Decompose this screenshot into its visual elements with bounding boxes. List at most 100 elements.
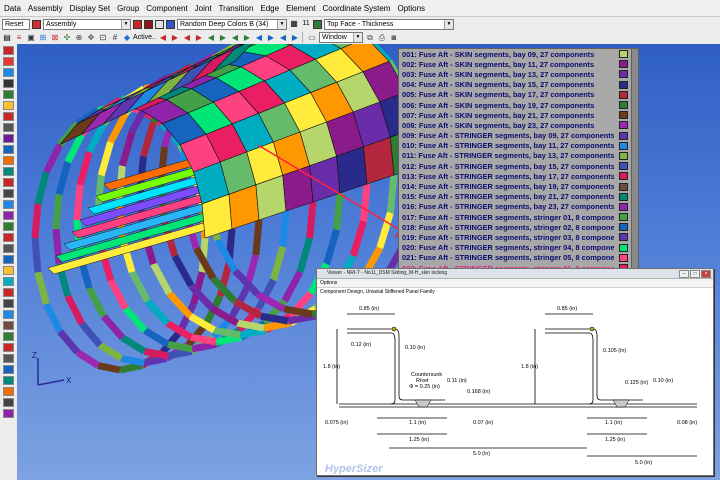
legend-item[interactable]: 002: Fuse Aft - SKIN segments, bay 11, 2… bbox=[399, 59, 632, 69]
menu-group[interactable]: Group bbox=[117, 4, 139, 13]
legend-item[interactable]: 003: Fuse Aft - SKIN segments, bay 13, 2… bbox=[399, 69, 632, 79]
menu-coordinate-system[interactable]: Coordinate System bbox=[322, 4, 390, 13]
legend-item[interactable]: 019: Fuse Aft - STRINGER segments, strin… bbox=[399, 232, 632, 242]
tool-icon[interactable] bbox=[3, 277, 14, 286]
menu-element[interactable]: Element bbox=[286, 4, 315, 13]
tool-icon[interactable] bbox=[3, 57, 14, 66]
tool-icon[interactable] bbox=[3, 200, 14, 209]
zoom-icon[interactable]: ⊕ bbox=[74, 33, 84, 43]
arrow-left-icon[interactable]: ◀ bbox=[278, 33, 288, 43]
menu-options[interactable]: Options bbox=[320, 280, 337, 286]
tool-icon[interactable] bbox=[3, 178, 14, 187]
copy-icon[interactable]: ⧉ bbox=[365, 33, 375, 43]
component-design-window[interactable]: Viewer - NRI-T - No11_DSM Skiting_M-H_sk… bbox=[316, 268, 714, 476]
legend-item[interactable]: 016: Fuse Aft - STRINGER segments, bay 2… bbox=[399, 202, 632, 212]
arrow-left-icon[interactable]: ◀ bbox=[254, 33, 264, 43]
menu-data[interactable]: Data bbox=[4, 4, 21, 13]
tool-icon[interactable] bbox=[3, 387, 14, 396]
tool-icon[interactable] bbox=[3, 244, 14, 253]
tool-icon[interactable] bbox=[3, 222, 14, 231]
reset-button[interactable]: Reset bbox=[2, 18, 30, 30]
assembly-select[interactable]: Assembly ▼ bbox=[43, 18, 131, 30]
tool-icon[interactable] bbox=[3, 112, 14, 121]
subwindow-titlebar[interactable]: Viewer - NRI-T - No11_DSM Skiting_M-H_sk… bbox=[317, 269, 713, 279]
tool-icon[interactable] bbox=[3, 90, 14, 99]
arrow-right-icon[interactable]: ▶ bbox=[218, 33, 228, 43]
tool-icon[interactable] bbox=[3, 134, 14, 143]
arrow-right-icon[interactable]: ▶ bbox=[242, 33, 252, 43]
legend-item[interactable]: 014: Fuse Aft - STRINGER segments, bay 1… bbox=[399, 181, 632, 191]
menu-display-set[interactable]: Display Set bbox=[70, 4, 110, 13]
legend-item[interactable]: 021: Fuse Aft - STRINGER segments, strin… bbox=[399, 253, 632, 263]
color-icon-darkred[interactable] bbox=[144, 19, 153, 29]
view-icon[interactable]: ▣ bbox=[26, 33, 36, 43]
arrow-right-icon[interactable]: ▶ bbox=[290, 33, 300, 43]
menu-options[interactable]: Options bbox=[397, 4, 425, 13]
window-select[interactable]: Window ▼ bbox=[318, 32, 363, 43]
tool-icon[interactable] bbox=[3, 332, 14, 341]
legend-item[interactable]: 006: Fuse Aft - SKIN segments, bay 19, 2… bbox=[399, 100, 632, 110]
print-icon[interactable]: ⎙ bbox=[377, 33, 387, 43]
tool-icon[interactable] bbox=[3, 310, 14, 319]
tool-icon[interactable] bbox=[3, 376, 14, 385]
menu-transition[interactable]: Transition bbox=[219, 4, 254, 13]
face-icon[interactable] bbox=[313, 19, 322, 29]
tool-icon[interactable] bbox=[3, 46, 14, 55]
tool-icon[interactable] bbox=[3, 299, 14, 308]
legend-item[interactable]: 015: Fuse Aft - STRINGER segments, bay 2… bbox=[399, 192, 632, 202]
window-icon[interactable]: ▭ bbox=[307, 33, 317, 43]
tool-icon[interactable] bbox=[3, 167, 14, 176]
active-icon[interactable]: ◆ bbox=[122, 33, 132, 43]
tool-icon[interactable] bbox=[3, 398, 14, 407]
legend-item[interactable]: 018: Fuse Aft - STRINGER segments, strin… bbox=[399, 222, 632, 232]
tool-icon[interactable] bbox=[3, 156, 14, 165]
tool-icon[interactable] bbox=[3, 145, 14, 154]
arrow-left-icon[interactable]: ◀ bbox=[230, 33, 240, 43]
tool-icon[interactable] bbox=[3, 101, 14, 110]
fit-icon[interactable]: ⊡ bbox=[98, 33, 108, 43]
arrow-left-icon[interactable]: ◀ bbox=[182, 33, 192, 43]
legend-item[interactable]: 004: Fuse Aft - SKIN segments, bay 15, 2… bbox=[399, 80, 632, 90]
tool-icon[interactable] bbox=[3, 409, 14, 418]
tool-icon[interactable] bbox=[3, 343, 14, 352]
tool-icon[interactable] bbox=[3, 233, 14, 242]
menu-edge[interactable]: Edge bbox=[260, 4, 279, 13]
arrow-left-icon[interactable]: ◀ bbox=[206, 33, 216, 43]
arrow-right-icon[interactable]: ▶ bbox=[266, 33, 276, 43]
tool-icon[interactable] bbox=[3, 189, 14, 198]
legend-item[interactable]: 007: Fuse Aft - SKIN segments, bay 21, 2… bbox=[399, 110, 632, 120]
color-icon-light[interactable] bbox=[155, 19, 164, 29]
tool-icon[interactable] bbox=[3, 211, 14, 220]
minimize-button[interactable]: – bbox=[679, 270, 689, 278]
legend-item[interactable]: 001: Fuse Aft - SKIN segments, bay 09, 2… bbox=[399, 49, 632, 59]
color-mode-select[interactable]: Random Deep Colors B (34) ▼ bbox=[177, 18, 287, 30]
color-icon-blue[interactable] bbox=[166, 19, 175, 29]
tool-icon[interactable] bbox=[3, 79, 14, 88]
close-button[interactable]: × bbox=[701, 270, 711, 278]
hash-icon[interactable]: # bbox=[110, 33, 120, 43]
legend-item[interactable]: 005: Fuse Aft - SKIN segments, bay 17, 2… bbox=[399, 90, 632, 100]
menu-joint[interactable]: Joint bbox=[195, 4, 212, 13]
tool-icon[interactable] bbox=[3, 288, 14, 297]
select-icon[interactable]: ⊞ bbox=[38, 33, 48, 43]
maximize-button[interactable]: □ bbox=[690, 270, 700, 278]
legend-scrollbar[interactable] bbox=[631, 48, 639, 272]
filter-icon[interactable]: ⊠ bbox=[50, 33, 60, 43]
legend-item[interactable]: 011: Fuse Aft - STRINGER segments, bay 1… bbox=[399, 151, 632, 161]
legend-item[interactable]: 008: Fuse Aft - SKIN segments, bay 23, 2… bbox=[399, 120, 632, 130]
legend-item[interactable]: 017: Fuse Aft - STRINGER segments, strin… bbox=[399, 212, 632, 222]
menu-assembly[interactable]: Assembly bbox=[28, 4, 63, 13]
legend-item[interactable]: 009: Fuse Aft - STRINGER segments, bay 0… bbox=[399, 131, 632, 141]
table-icon[interactable]: ▤ bbox=[2, 33, 12, 43]
active-button[interactable]: Active.. bbox=[133, 34, 156, 41]
legend-item[interactable]: 020: Fuse Aft - STRINGER segments, strin… bbox=[399, 243, 632, 253]
tool-icon[interactable] bbox=[3, 354, 14, 363]
tool-icon[interactable] bbox=[3, 255, 14, 264]
camera-icon[interactable]: ◙ bbox=[389, 33, 399, 43]
tool-icon[interactable] bbox=[3, 68, 14, 77]
pan-icon[interactable]: ✥ bbox=[86, 33, 96, 43]
tool-icon[interactable] bbox=[3, 266, 14, 275]
face-select[interactable]: Top Face - Thickness ▼ bbox=[324, 18, 454, 30]
grid-icon[interactable]: ▦ bbox=[289, 19, 299, 29]
arrow-left-icon[interactable]: ◀ bbox=[158, 33, 168, 43]
